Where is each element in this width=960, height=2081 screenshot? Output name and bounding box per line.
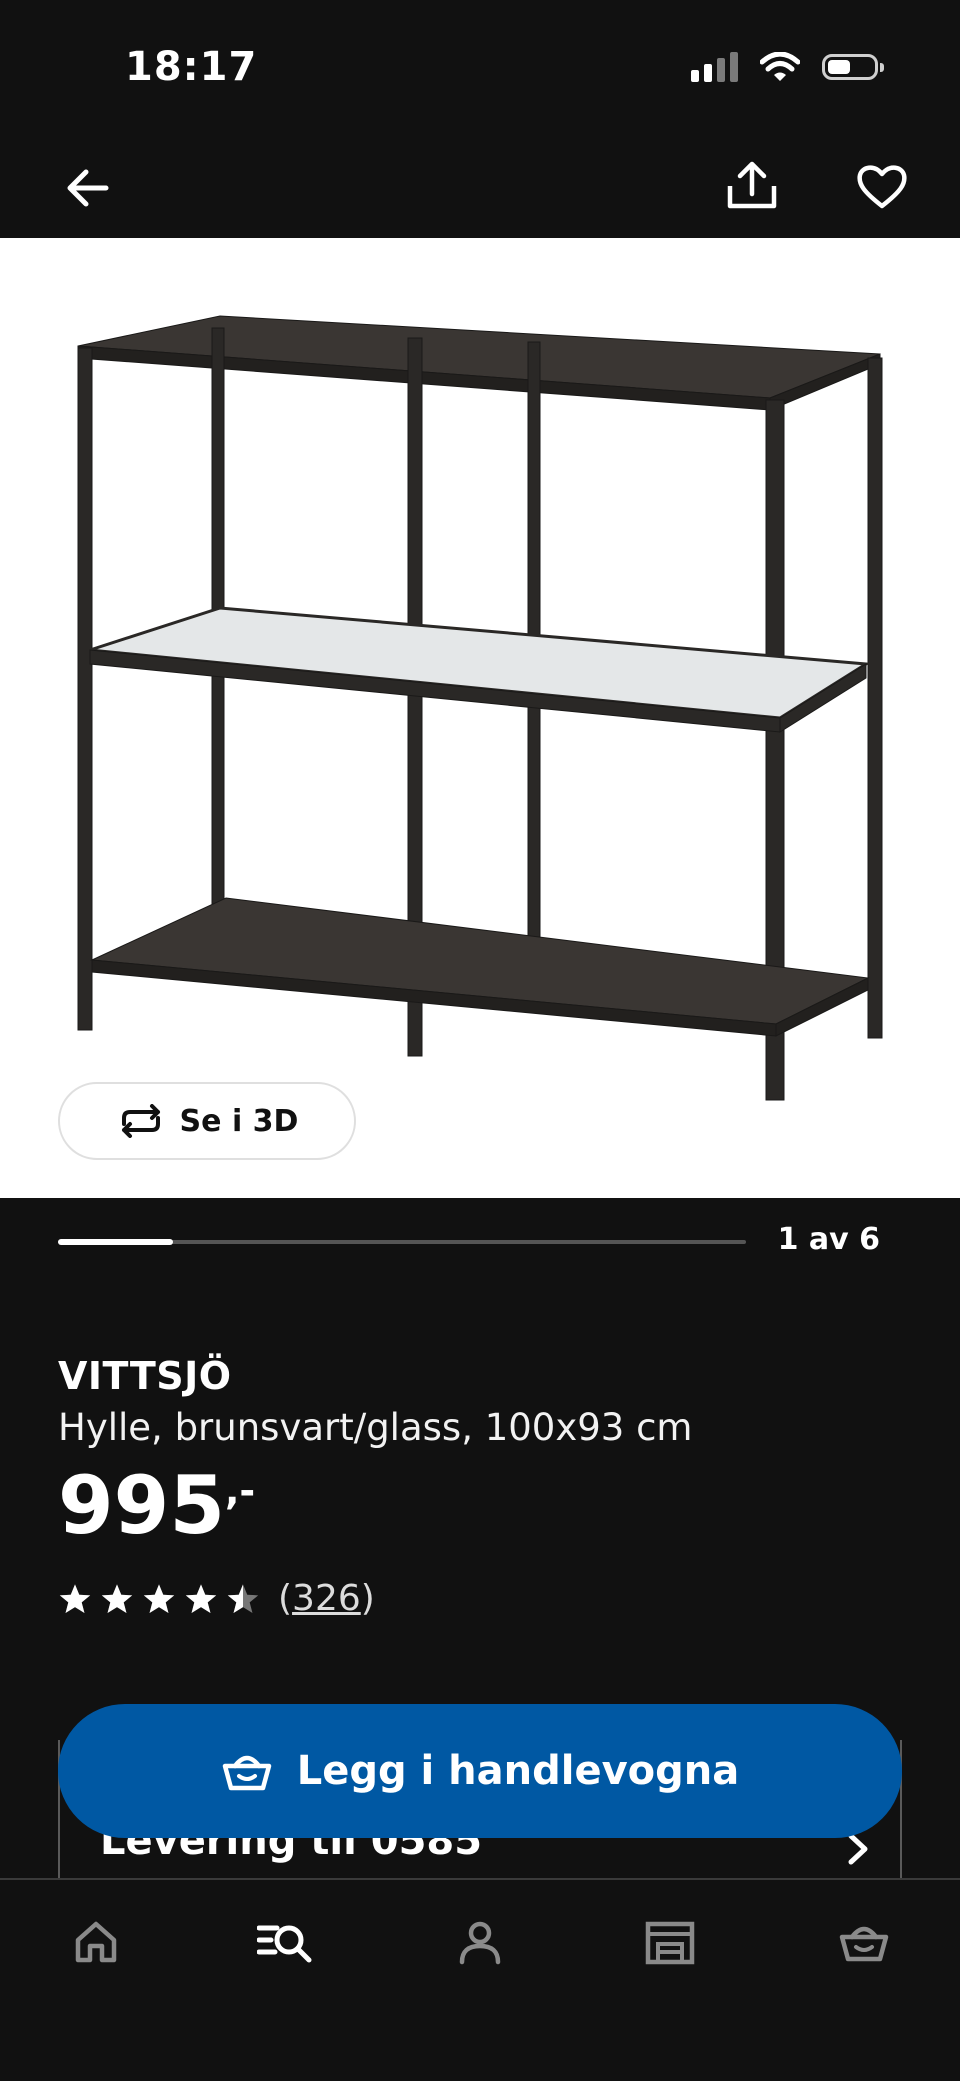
store-icon <box>645 1921 695 1965</box>
chevron-right-icon <box>848 1833 868 1865</box>
tab-home[interactable] <box>66 1912 126 1972</box>
view-3d-button[interactable]: Se i 3D <box>58 1082 356 1160</box>
tab-search[interactable] <box>256 1912 316 1972</box>
add-to-cart-button[interactable]: Legg i handlevogna <box>58 1704 902 1838</box>
product-image <box>77 315 883 1101</box>
arrow-left-icon[interactable] <box>60 160 116 216</box>
tab-store[interactable] <box>640 1912 700 1972</box>
cellular-signal-icon <box>691 52 738 82</box>
price-main: 995 <box>58 1459 225 1552</box>
home-icon <box>75 1921 117 1963</box>
profile-icon <box>459 1921 501 1965</box>
tab-profile[interactable] <box>450 1912 510 1972</box>
pager-progress <box>58 1239 173 1245</box>
star-filled-icon <box>101 1583 133 1613</box>
star-filled-icon <box>59 1583 91 1613</box>
star-half-icon <box>227 1583 259 1613</box>
wifi-icon <box>760 52 800 81</box>
star-filled-icon <box>185 1583 217 1613</box>
search-menu-icon <box>257 1925 312 1963</box>
status-icons <box>691 52 884 82</box>
product-name: VITTSJÖ <box>58 1354 232 1398</box>
gallery-pager: 1 av 6 <box>0 1198 960 1308</box>
battery-icon <box>822 54 884 80</box>
product-price: 995,- <box>58 1466 255 1546</box>
review-count-link[interactable]: (326) <box>278 1578 375 1619</box>
product-image-gallery[interactable]: Se i 3D <box>0 238 960 1198</box>
add-to-cart-label: Legg i handlevogna <box>296 1748 740 1794</box>
product-description: Hylle, brunsvart/glass, 100x93 cm <box>58 1406 693 1449</box>
pager-count: 1 av 6 <box>777 1222 880 1257</box>
status-bar: 18:17 <box>0 0 960 140</box>
pager-track <box>58 1239 746 1245</box>
share-icon[interactable] <box>722 156 782 216</box>
top-nav <box>0 140 960 238</box>
status-time: 18:17 <box>125 44 258 90</box>
tab-cart[interactable] <box>834 1912 894 1972</box>
price-decimals: ,- <box>225 1469 256 1513</box>
star-filled-icon <box>143 1583 175 1613</box>
rotate-icon <box>121 1104 160 1138</box>
bottom-tab-bar <box>0 1878 960 2081</box>
view-3d-label: Se i 3D <box>179 1103 299 1139</box>
rating-stars <box>58 1582 260 1616</box>
review-count: 326 <box>292 1578 361 1619</box>
heart-icon[interactable] <box>854 158 910 214</box>
basket-icon <box>222 1755 271 1791</box>
product-rating[interactable]: (326) <box>58 1578 375 1619</box>
basket-icon <box>839 1926 889 1962</box>
